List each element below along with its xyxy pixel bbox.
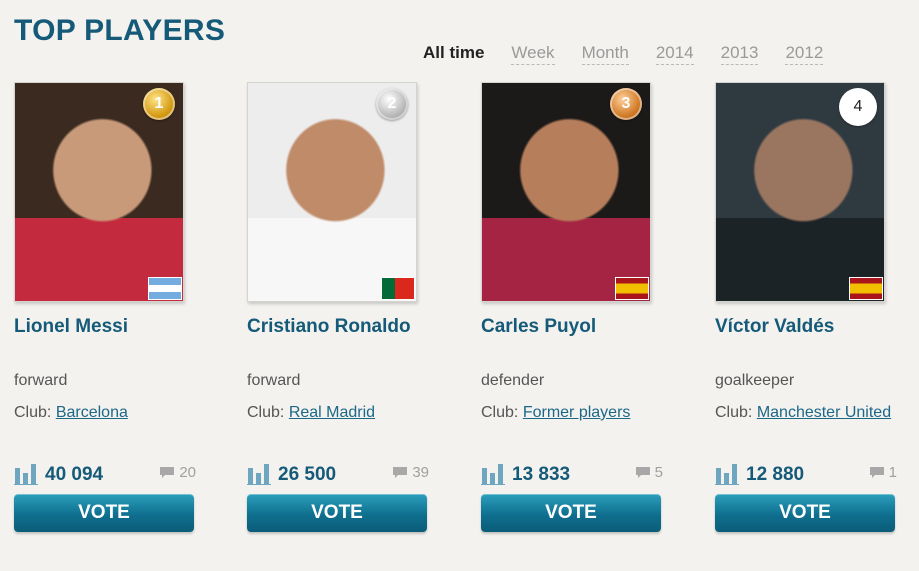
player-photo[interactable]: 3 (481, 82, 651, 302)
comment-count-value: 39 (412, 464, 429, 481)
player-card: 3 Carles Puyol defender Club: Former pla… (481, 82, 663, 532)
comment-icon (393, 466, 408, 478)
player-position: goalkeeper (715, 372, 795, 389)
page-title: TOP PLAYERS (14, 14, 226, 47)
portugal-flag-icon (381, 277, 415, 300)
player-photo[interactable]: 4 (715, 82, 885, 302)
club-label: Club: (481, 404, 519, 421)
player-name[interactable]: Cristiano Ronaldo (247, 314, 429, 364)
vote-count: 12 880 (746, 464, 805, 485)
comment-count-value: 20 (179, 464, 196, 481)
comment-count[interactable]: 39 (392, 464, 429, 481)
player-name[interactable]: Víctor Valdés (715, 314, 897, 364)
club-link[interactable]: Former players (523, 404, 631, 421)
time-filter-tabs: All time Week Month 2014 2013 2012 (423, 43, 850, 65)
comment-count-value: 1 (888, 464, 897, 481)
rank-medal-icon: 1 (143, 88, 175, 120)
club-link[interactable]: Manchester United (757, 404, 891, 421)
club-label: Club: (247, 404, 285, 421)
argentina-flag-icon (148, 277, 182, 300)
player-stats: 26 500 39 (247, 458, 429, 488)
comment-icon (160, 466, 175, 478)
player-name[interactable]: Carles Puyol (481, 314, 663, 364)
player-club: Club: Barcelona (14, 401, 196, 453)
vote-count: 26 500 (278, 464, 337, 485)
comment-icon (869, 466, 884, 478)
rank-medal-icon: 3 (610, 88, 642, 120)
bar-chart-icon (481, 464, 505, 485)
spain-flag-icon (615, 277, 649, 300)
player-card: 4 Víctor Valdés goalkeeper Club: Manches… (715, 82, 897, 532)
club-link[interactable]: Barcelona (56, 404, 128, 421)
player-card: 2 Cristiano Ronaldo forward Club: Real M… (247, 82, 429, 532)
spain-flag-icon (849, 277, 883, 300)
comment-count[interactable]: 5 (635, 464, 663, 481)
player-name[interactable]: Lionel Messi (14, 314, 196, 364)
player-stats: 12 880 1 (715, 458, 897, 488)
bar-chart-icon (247, 464, 271, 485)
filter-month[interactable]: Month (581, 43, 629, 65)
rank-badge: 4 (839, 88, 877, 126)
vote-count: 13 833 (512, 464, 571, 485)
filter-2012[interactable]: 2012 (785, 43, 824, 65)
player-club: Club: Manchester United (715, 401, 897, 453)
vote-button[interactable]: VOTE (481, 494, 661, 532)
player-position: forward (247, 372, 301, 389)
vote-button[interactable]: VOTE (247, 494, 427, 532)
club-link[interactable]: Real Madrid (289, 404, 375, 421)
player-stats: 40 094 20 (14, 458, 196, 488)
player-stats: 13 833 5 (481, 458, 663, 488)
vote-button[interactable]: VOTE (715, 494, 895, 532)
player-club: Club: Former players (481, 401, 663, 453)
player-photo[interactable]: 1 (14, 82, 184, 302)
vote-button[interactable]: VOTE (14, 494, 194, 532)
player-photo[interactable]: 2 (247, 82, 417, 302)
player-club: Club: Real Madrid (247, 401, 429, 453)
comment-count[interactable]: 20 (159, 464, 196, 481)
comment-count-value: 5 (654, 464, 663, 481)
comment-icon (635, 466, 650, 478)
bar-chart-icon (715, 464, 739, 485)
club-label: Club: (715, 404, 753, 421)
club-label: Club: (14, 404, 52, 421)
player-card: 1 Lionel Messi forward Club: Barcelona 4… (14, 82, 196, 532)
filter-2013[interactable]: 2013 (720, 43, 759, 65)
filter-all-time[interactable]: All time (423, 43, 484, 65)
filter-week[interactable]: Week (511, 43, 555, 65)
bar-chart-icon (14, 464, 38, 485)
player-position: defender (481, 372, 545, 389)
vote-count: 40 094 (45, 464, 104, 485)
rank-medal-icon: 2 (376, 88, 408, 120)
filter-2014[interactable]: 2014 (655, 43, 694, 65)
player-position: forward (14, 372, 68, 389)
comment-count[interactable]: 1 (869, 464, 897, 481)
